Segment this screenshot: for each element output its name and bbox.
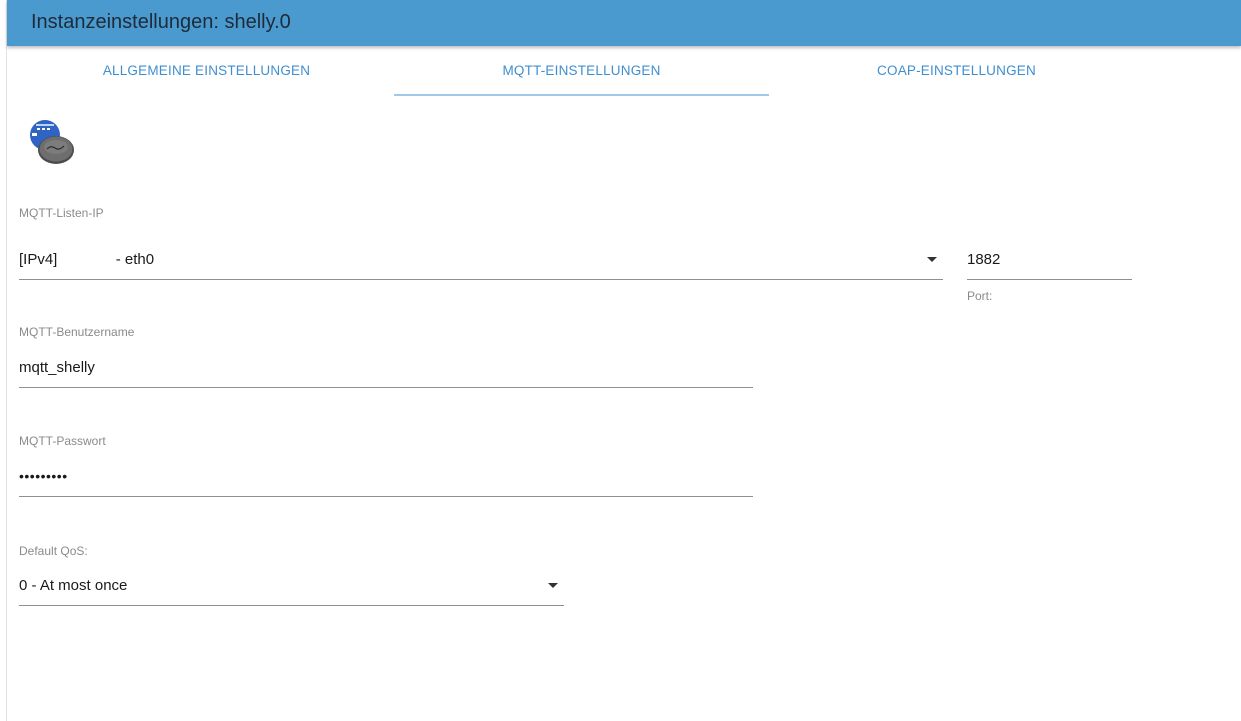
default-qos-value: 0 - At most once — [19, 577, 128, 594]
mqtt-username-value: mqtt_shelly — [19, 359, 95, 376]
chevron-down-icon — [927, 257, 937, 262]
tab-mqtt-settings[interactable]: MQTT-EINSTELLUNGEN — [394, 56, 769, 96]
tab-bar: ALLGEMEINE EINSTELLUNGEN MQTT-EINSTELLUN… — [19, 56, 1144, 96]
default-qos-label: Default QoS: — [19, 544, 88, 558]
mqtt-password-input[interactable]: ••••••••• — [19, 462, 753, 497]
mqtt-password-value: ••••••••• — [19, 468, 68, 484]
mqtt-listen-ip-select[interactable]: [IPv4] - eth0 — [19, 245, 943, 280]
mqtt-username-label: MQTT-Benutzername — [19, 325, 135, 339]
mqtt-listen-ip-value: [IPv4] - eth0 — [19, 251, 155, 268]
tab-general-settings[interactable]: ALLGEMEINE EINSTELLUNGEN — [19, 56, 394, 94]
mqtt-password-label: MQTT-Passwort — [19, 434, 106, 448]
default-qos-select[interactable]: 0 - At most once — [19, 571, 564, 606]
port-value: 1882 — [967, 251, 1001, 268]
instance-settings-page: Instanzeinstellungen: shelly.0 ALLGEMEIN… — [0, 0, 1241, 721]
shelly-logo-icon — [30, 120, 74, 164]
header-bar: Instanzeinstellungen: shelly.0 — [7, 0, 1241, 46]
tab-coap-settings[interactable]: COAP-EINSTELLUNGEN — [769, 56, 1144, 94]
mqtt-listen-ip-label: MQTT-Listen-IP — [19, 206, 104, 220]
chevron-down-icon — [548, 583, 558, 588]
port-helper-text: Port: — [967, 289, 993, 303]
page-title: Instanzeinstellungen: shelly.0 — [31, 11, 291, 33]
mqtt-username-input[interactable]: mqtt_shelly — [19, 353, 753, 388]
left-border — [6, 0, 7, 721]
port-input[interactable]: 1882 — [967, 245, 1132, 280]
